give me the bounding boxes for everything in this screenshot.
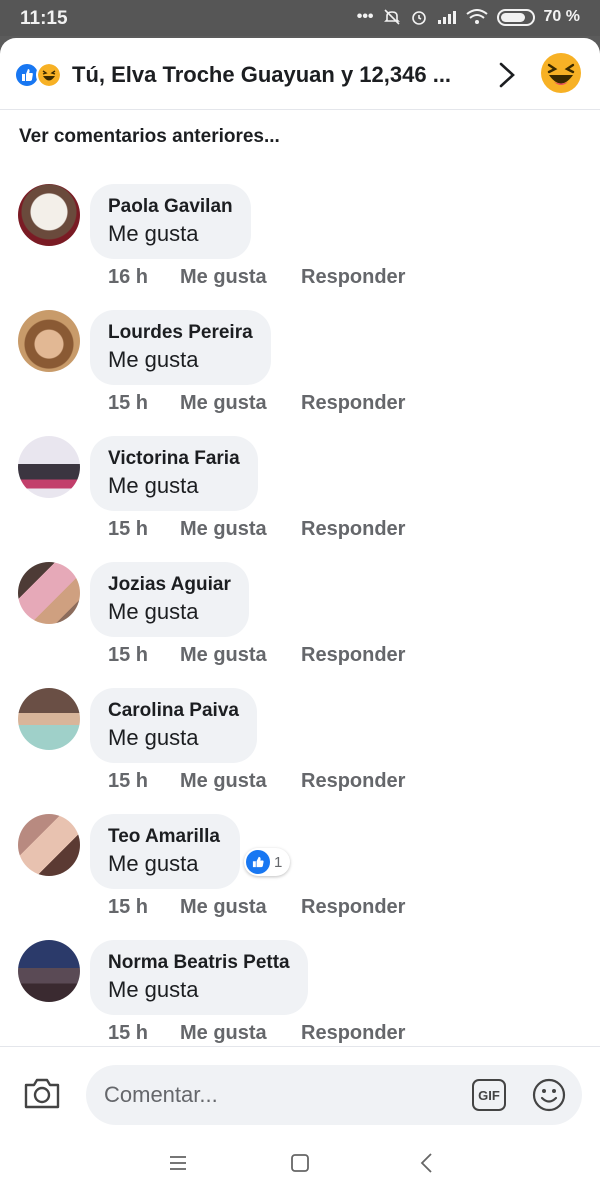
back-icon[interactable] [412,1148,442,1178]
battery-icon [496,8,535,26]
comment-input[interactable] [104,1079,434,1111]
comment-input-pill[interactable]: GIF [86,1065,582,1125]
comment-author[interactable]: Jozias Aguiar [108,572,231,598]
reply-action[interactable]: Responder [301,392,405,415]
reply-action[interactable]: Responder [301,644,405,667]
comment-actions: 15 h Me gusta Responder [108,896,405,919]
camera-icon[interactable] [22,1075,62,1111]
like-action[interactable]: Me gusta [180,644,301,667]
view-earlier-comments-link[interactable]: Ver comentarios anteriores... [19,126,280,148]
avatar[interactable] [18,562,80,624]
emoji-icon[interactable] [532,1078,566,1112]
comment-item: Victorina Faria Me gusta 15 h Me gusta R… [0,436,600,562]
comment-author[interactable]: Teo Amarilla [108,824,222,850]
like-reaction-icon [246,850,270,874]
comment-author[interactable]: Paola Gavilan [108,194,233,220]
comment-time: 15 h [108,392,149,414]
mute-icon [383,9,400,25]
system-nav-bar [0,1130,600,1200]
comment-actions: 15 h Me gusta Responder [108,518,405,541]
chevron-right-icon[interactable] [495,60,519,90]
comment-item: Carolina Paiva Me gusta 15 h Me gusta Re… [0,688,600,814]
comment-time: 15 h [108,770,149,792]
comment-text: Me gusta [108,851,199,876]
more-dots-icon: ••• [356,8,374,25]
comment-time: 15 h [108,896,149,918]
reaction-icons [14,62,70,88]
comment-text: Me gusta [108,725,199,750]
comment-bubble[interactable]: Victorina Faria Me gusta [90,436,258,511]
like-action[interactable]: Me gusta [180,266,301,289]
comment-text: Me gusta [108,221,199,246]
comment-actions: 15 h Me gusta Responder [108,1022,405,1045]
comment-item: Lourdes Pereira Me gusta 15 h Me gusta R… [0,310,600,436]
like-action[interactable]: Me gusta [180,1022,301,1045]
comment-actions: 15 h Me gusta Responder [108,644,405,667]
reply-action[interactable]: Responder [301,1022,405,1045]
signal-icon [437,11,456,24]
avatar[interactable] [18,688,80,750]
comment-time: 16 h [108,266,149,288]
comments-sheet: Tú, Elva Troche Guayuan y 12,346 ... Ver… [0,38,600,1200]
comment-bubble[interactable]: Carolina Paiva Me gusta [90,688,257,763]
avatar[interactable] [18,940,80,1002]
reactors-summary[interactable]: Tú, Elva Troche Guayuan y 12,346 ... [72,62,451,88]
comment-reaction-badge[interactable]: 1 [244,848,291,876]
comment-text: Me gusta [108,347,199,372]
comment-time: 15 h [108,644,149,666]
menu-icon[interactable] [163,1148,193,1178]
status-time: 11:15 [20,8,68,29]
comment-actions: 15 h Me gusta Responder [108,392,405,415]
comment-time: 15 h [108,518,149,540]
comment-actions: 16 h Me gusta Responder [108,266,405,289]
comment-item: Paola Gavilan Me gusta 16 h Me gusta Res… [0,184,600,310]
wifi-icon [465,9,488,24]
comment-text: Me gusta [108,473,199,498]
comment-author[interactable]: Victorina Faria [108,446,240,472]
comment-text: Me gusta [108,599,199,624]
comment-bubble[interactable]: Jozias Aguiar Me gusta [90,562,249,637]
comment-author[interactable]: Norma Beatris Petta [108,950,290,976]
alarm-icon [411,11,426,25]
gif-icon[interactable]: GIF [472,1079,506,1111]
comment-bubble[interactable]: Norma Beatris Petta Me gusta [90,940,308,1015]
reply-action[interactable]: Responder [301,266,405,289]
comment-item: Teo Amarilla Me gusta 1 15 h Me gusta Re… [0,814,600,940]
battery-level: 70 % [543,8,580,25]
reply-action[interactable]: Responder [301,770,405,793]
like-action[interactable]: Me gusta [180,770,301,793]
avatar[interactable] [18,310,80,372]
like-action[interactable]: Me gusta [180,896,301,919]
comment-bubble[interactable]: Lourdes Pereira Me gusta [90,310,271,385]
comment-bubble[interactable]: Paola Gavilan Me gusta [90,184,251,259]
reply-action[interactable]: Responder [301,518,405,541]
status-bar: 11:15 ••• 70 % [0,0,600,36]
reactions-header[interactable]: Tú, Elva Troche Guayuan y 12,346 ... [0,38,600,110]
comment-actions: 15 h Me gusta Responder [108,770,405,793]
comment-composer: GIF [0,1046,600,1130]
status-icons: ••• 70 % [357,8,580,26]
avatar[interactable] [18,184,80,246]
like-action[interactable]: Me gusta [180,392,301,415]
comment-item: Jozias Aguiar Me gusta 15 h Me gusta Res… [0,562,600,688]
avatar[interactable] [18,436,80,498]
reply-action[interactable]: Responder [301,896,405,919]
reaction-count: 1 [274,853,283,871]
like-action[interactable]: Me gusta [180,518,301,541]
comment-time: 15 h [108,1022,149,1044]
haha-reaction-icon [36,62,62,88]
comment-bubble[interactable]: Teo Amarilla Me gusta [90,814,240,889]
haha-reaction-icon[interactable] [540,52,582,94]
home-icon[interactable] [285,1148,315,1178]
avatar[interactable] [18,814,80,876]
comment-author[interactable]: Carolina Paiva [108,698,239,724]
comment-text: Me gusta [108,977,199,1002]
comment-author[interactable]: Lourdes Pereira [108,320,253,346]
